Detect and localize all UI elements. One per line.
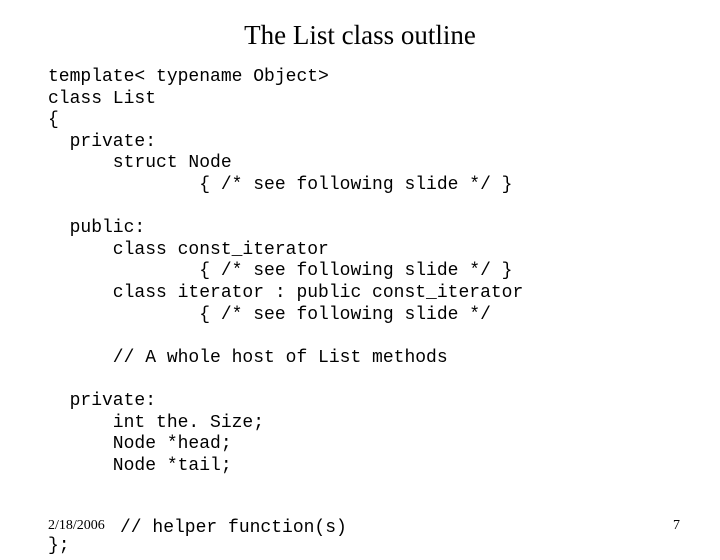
code-line: public: xyxy=(48,218,145,238)
slide-title: The List class outline xyxy=(0,20,720,51)
code-block: template< typename Object> class List { … xyxy=(48,67,720,477)
code-line: template< typename Object> xyxy=(48,67,329,87)
code-line: class iterator : public const_iterator xyxy=(48,283,523,303)
code-line: struct Node xyxy=(48,153,232,173)
code-line: { /* see following slide */ xyxy=(48,305,491,325)
code-line: // A whole host of List methods xyxy=(48,348,448,368)
code-line: Node *head; xyxy=(48,434,232,454)
helper-comment: // helper function(s) xyxy=(120,518,347,538)
footer-date: 2/18/2006 xyxy=(48,518,105,534)
code-line: private: xyxy=(48,132,156,152)
code-line: int the. Size; xyxy=(48,413,264,433)
code-line: private: xyxy=(48,391,156,411)
closing-brace: }; xyxy=(48,536,70,556)
footer-page-number: 7 xyxy=(673,518,680,534)
code-line: { xyxy=(48,110,59,130)
code-line: { /* see following slide */ } xyxy=(48,261,512,281)
code-line: class const_iterator xyxy=(48,240,329,260)
code-line: { /* see following slide */ } xyxy=(48,175,512,195)
code-line: class List xyxy=(48,89,156,109)
code-line: Node *tail; xyxy=(48,456,232,476)
